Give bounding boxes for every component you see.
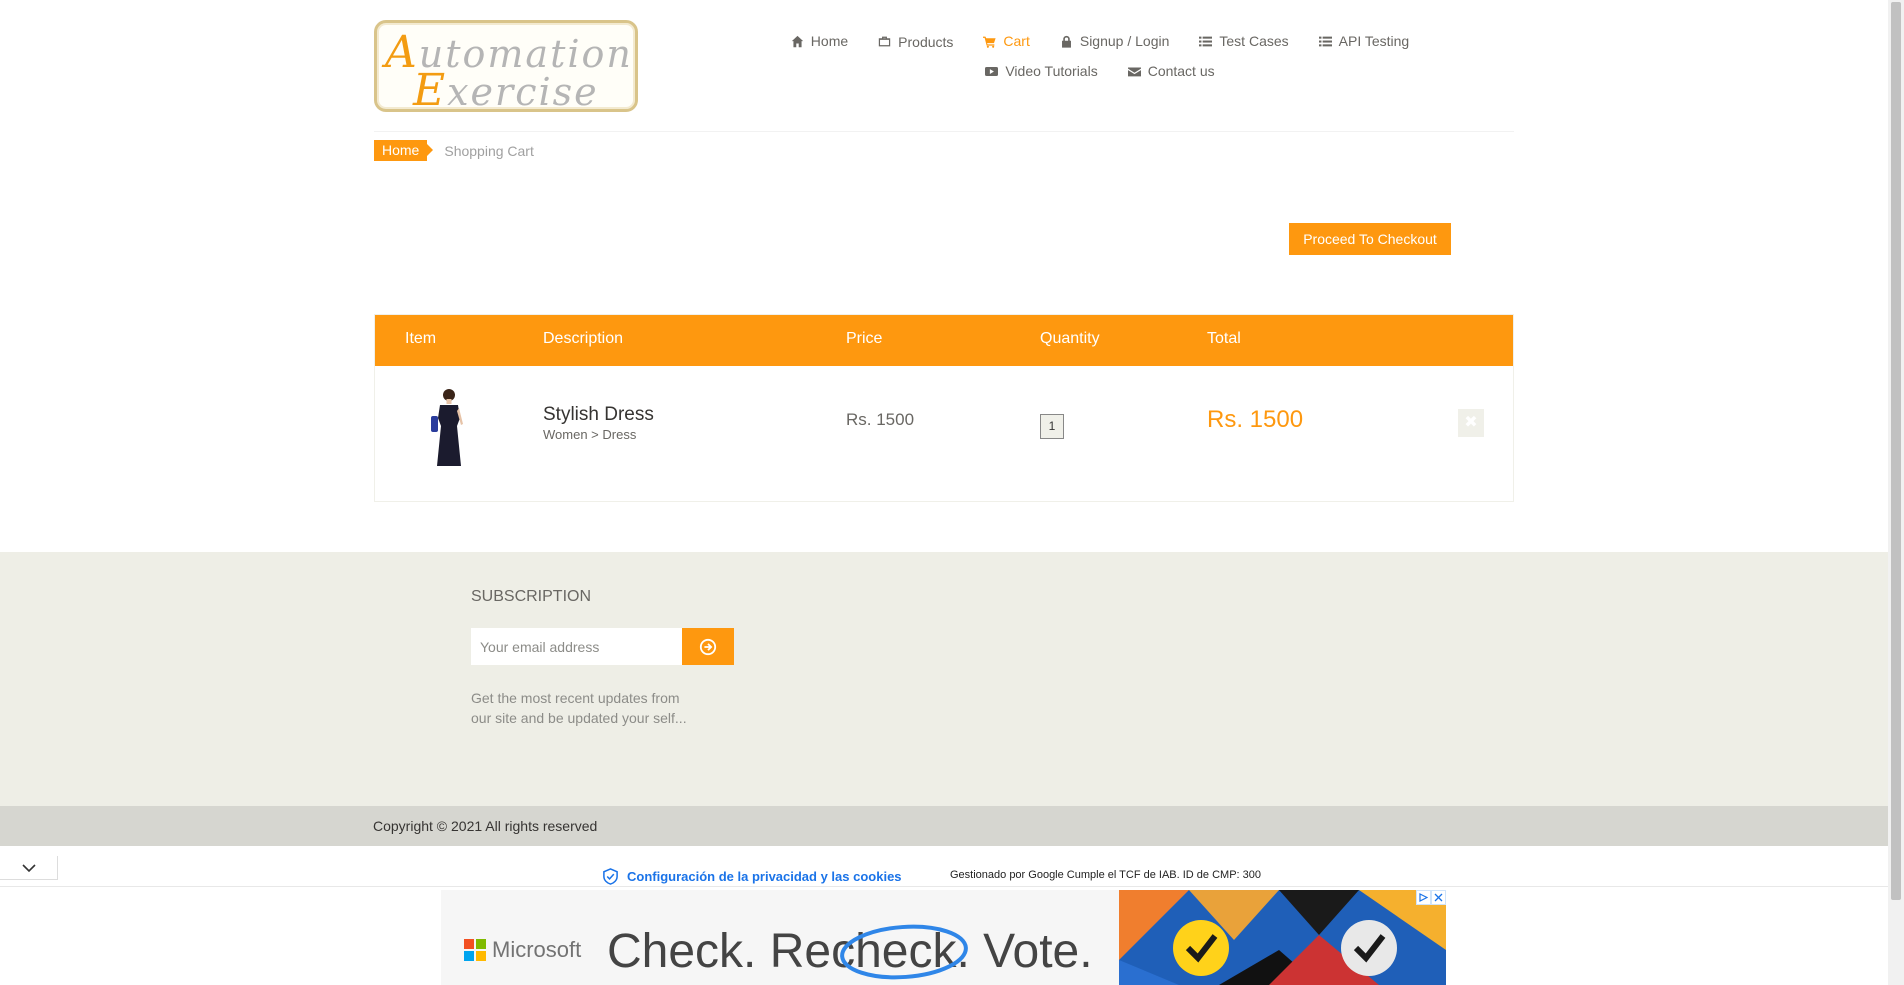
nav-home[interactable]: Home <box>791 33 848 49</box>
delete-item-button[interactable]: ✖ <box>1458 409 1484 437</box>
microsoft-logo-icon <box>464 939 486 961</box>
ad-brand-label: Microsoft <box>492 937 582 962</box>
subscription-description: Get the most recent updates from our sit… <box>471 690 687 726</box>
nav-test-cases-label: Test Cases <box>1219 33 1289 49</box>
ad-circle-scribble <box>840 924 968 980</box>
envelope-icon <box>1127 66 1141 76</box>
nav-products-label: Products <box>898 34 954 50</box>
nav-cart[interactable]: Cart <box>983 33 1030 49</box>
privacy-settings-label: Configuración de la privacidad y las coo… <box>627 869 902 884</box>
nav-home-label: Home <box>810 33 849 49</box>
nav-products[interactable]: Products <box>878 32 953 50</box>
header-divider <box>374 131 1514 132</box>
product-image[interactable] <box>425 386 473 468</box>
lock-icon <box>1061 35 1071 48</box>
nav-contact-us-label: Contact us <box>1147 63 1215 79</box>
cart-icon <box>983 36 996 48</box>
ad-close-icon[interactable] <box>1431 890 1446 905</box>
product-price: Rs. 1500 <box>846 410 915 429</box>
column-header-quantity: Quantity <box>1040 330 1100 347</box>
ad-graphic <box>1119 890 1446 985</box>
youtube-icon <box>985 66 999 76</box>
nav-video-tutorials-label: Video Tutorials <box>1005 63 1098 79</box>
subscription-form <box>471 628 734 665</box>
proceed-to-checkout-button[interactable]: Proceed To Checkout <box>1289 223 1451 255</box>
cart-table-header: Item Description Price Quantity Total <box>375 315 1513 366</box>
footer-bottom: Copyright © 2021 All rights reserved <box>0 806 1888 846</box>
shield-check-icon <box>603 868 618 885</box>
arrow-circle-right-icon <box>699 638 717 655</box>
product-name[interactable]: Stylish Dress <box>543 404 654 426</box>
nav-signup-login-label: Signup / Login <box>1079 33 1170 49</box>
column-header-price: Price <box>846 330 883 347</box>
list-icon <box>1199 36 1213 46</box>
nav-api-testing-label: API Testing <box>1338 33 1410 49</box>
header: Automation Exercise Home Products Cart S… <box>0 0 1888 133</box>
chevron-down-icon <box>21 863 36 872</box>
scrollbar-thumb[interactable] <box>1891 2 1901 900</box>
nav-api-testing[interactable]: API Testing <box>1318 33 1410 49</box>
column-header-description: Description <box>543 330 624 347</box>
close-icon: ✖ <box>1464 414 1478 431</box>
nav-cart-label: Cart <box>1003 33 1030 49</box>
site-logo[interactable]: Automation Exercise <box>374 20 638 116</box>
footer-subscription-area: SUBSCRIPTION Get the most recent updates… <box>0 552 1888 806</box>
cart-table: Item Description Price Quantity Total St… <box>374 314 1514 502</box>
breadcrumb-home[interactable]: Home <box>374 140 434 161</box>
table-row: Stylish Dress Women > Dress Rs. 1500 1 R… <box>375 366 1513 502</box>
breadcrumb: Home Shopping Cart <box>374 140 534 161</box>
ad-brand: Microsoft <box>464 937 581 963</box>
nav-video-tutorials[interactable]: Video Tutorials <box>985 63 1098 79</box>
advertisement-banner[interactable]: Microsoft Check. Recheck. Vote. <box>441 890 1446 985</box>
breadcrumb-current: Shopping Cart <box>444 142 534 159</box>
ad-choices <box>1416 890 1446 905</box>
logo-line-2: Exercise <box>413 65 599 116</box>
nav-signup-login[interactable]: Signup / Login <box>1060 33 1170 49</box>
nav-test-cases[interactable]: Test Cases <box>1199 33 1289 49</box>
privacy-note: Gestionado por Google Cumple el TCF de I… <box>950 869 1262 881</box>
privacy-settings-link[interactable]: Configuración de la privacidad y las coo… <box>602 868 902 885</box>
subscription-email-input[interactable] <box>471 628 682 665</box>
vertical-scrollbar[interactable] <box>1888 0 1904 985</box>
copyright-text: Copyright © 2021 All rights reserved <box>373 818 598 834</box>
list-icon <box>1318 36 1332 46</box>
privacy-bar: Configuración de la privacidad y las coo… <box>0 846 1888 890</box>
main-nav: Home Products Cart Signup / Login Test C… <box>770 26 1430 86</box>
products-icon <box>878 36 891 46</box>
product-total: Rs. 1500 <box>1207 406 1304 433</box>
product-category: Women > Dress <box>543 427 637 442</box>
collapse-ad-button[interactable] <box>0 856 58 880</box>
column-header-item: Item <box>405 330 437 347</box>
privacy-bar-divider <box>0 886 1888 887</box>
ad-info-icon[interactable] <box>1416 890 1431 905</box>
nav-contact-us[interactable]: Contact us <box>1127 63 1215 79</box>
subscription-title: SUBSCRIPTION <box>471 588 592 605</box>
home-icon <box>791 35 803 47</box>
quantity-value[interactable]: 1 <box>1040 414 1064 439</box>
subscribe-button[interactable] <box>682 628 734 665</box>
column-header-total: Total <box>1207 330 1241 347</box>
